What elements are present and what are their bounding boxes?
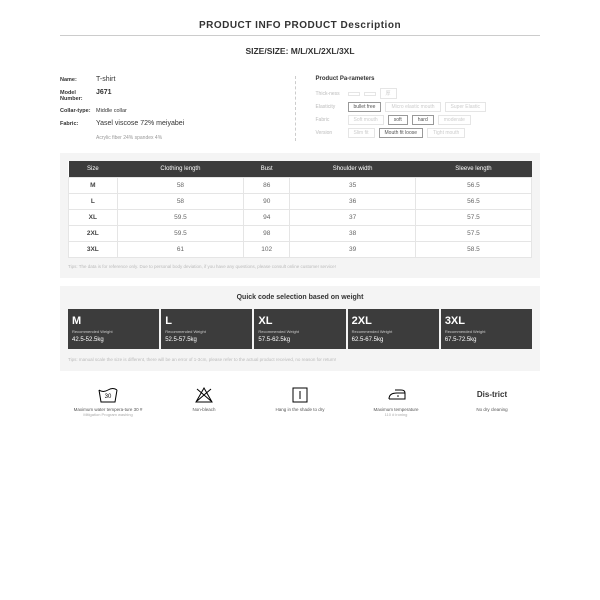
- dryclean-icon: Dis-trict: [457, 385, 527, 405]
- care-instructions: 30 Maximum water tempera-ture 30 # Mitig…: [60, 379, 540, 424]
- bleach-label: Non-bleach: [169, 407, 239, 412]
- page-title: PRODUCT INFO PRODUCT Description: [60, 20, 540, 36]
- weight-card: MRecommended Weight42.5-52.5kg: [68, 309, 159, 349]
- dry-icon: [265, 385, 335, 405]
- collar-value: Middle collar: [96, 108, 127, 114]
- weight-card: 3XLRecommended Weight67.5-72.5kg: [441, 309, 532, 349]
- iron-icon: [361, 385, 431, 405]
- size-table: Size Clothing length Bust Shoulder width…: [68, 161, 532, 258]
- product-specs: Name:T-shirt Model Number:J671 Collar-ty…: [60, 76, 296, 141]
- composition: Acrylic fiber 24% spandex 4%: [96, 135, 285, 141]
- table-row: 2XL59.5983857.5: [69, 226, 532, 242]
- thickness-label: Thick-ness: [316, 91, 344, 97]
- fabric-label: Fabric:: [60, 121, 96, 127]
- table-row: M58863556.5: [69, 178, 532, 194]
- table-row: 3XL611023958.5: [69, 242, 532, 258]
- th-length: Clothing length: [117, 161, 244, 178]
- wash-icon: 30: [73, 385, 143, 405]
- iron-sub: 110 # ironing: [361, 413, 431, 417]
- weight-card: LRecommended Weight52.5-57.5kg: [161, 309, 252, 349]
- th-bust: Bust: [244, 161, 290, 178]
- size-summary: SIZE/SIZE: M/L/XL/2XL/3XL: [60, 46, 540, 56]
- weight-tips: Tips: manual scale the size is different…: [68, 357, 532, 363]
- name-value: T-shirt: [96, 76, 115, 83]
- dryclean-label: No dry cleaning: [457, 407, 527, 412]
- table-row: L58903656.5: [69, 194, 532, 210]
- th-shoulder: Shoulder width: [290, 161, 416, 178]
- fabric-param-label: Fabric: [316, 117, 344, 123]
- th-size: Size: [69, 161, 118, 178]
- weight-card: XLRecommended Weight57.5-62.5kg: [254, 309, 345, 349]
- bleach-icon: [169, 385, 239, 405]
- product-parameters: Product Pa-rameters Thick-ness厚 Elastici…: [316, 76, 541, 141]
- table-row: XL59.5943757.5: [69, 210, 532, 226]
- fabric-value: Yasel viscose 72% meiyabei: [96, 120, 184, 127]
- wash-sub: Mitigation Program washing: [73, 413, 143, 417]
- name-label: Name:: [60, 77, 96, 83]
- weight-card: 2XLRecommended Weight62.5-67.5kg: [348, 309, 439, 349]
- table-tips: Tips: The data is for reference only. Du…: [68, 264, 532, 270]
- weight-title: Quick code selection based on weight: [68, 294, 532, 301]
- params-title: Product Pa-rameters: [316, 76, 541, 82]
- version-label: Version: [316, 130, 344, 136]
- elasticity-label: Elasticity: [316, 104, 344, 110]
- model-value: J671: [96, 89, 112, 96]
- model-label: Model Number:: [60, 90, 96, 102]
- dry-label: Hang in the shade to dry: [265, 407, 335, 412]
- th-sleeve: Sleeve length: [415, 161, 531, 178]
- svg-text:30: 30: [105, 394, 112, 400]
- collar-label: Collar-type:: [60, 108, 96, 114]
